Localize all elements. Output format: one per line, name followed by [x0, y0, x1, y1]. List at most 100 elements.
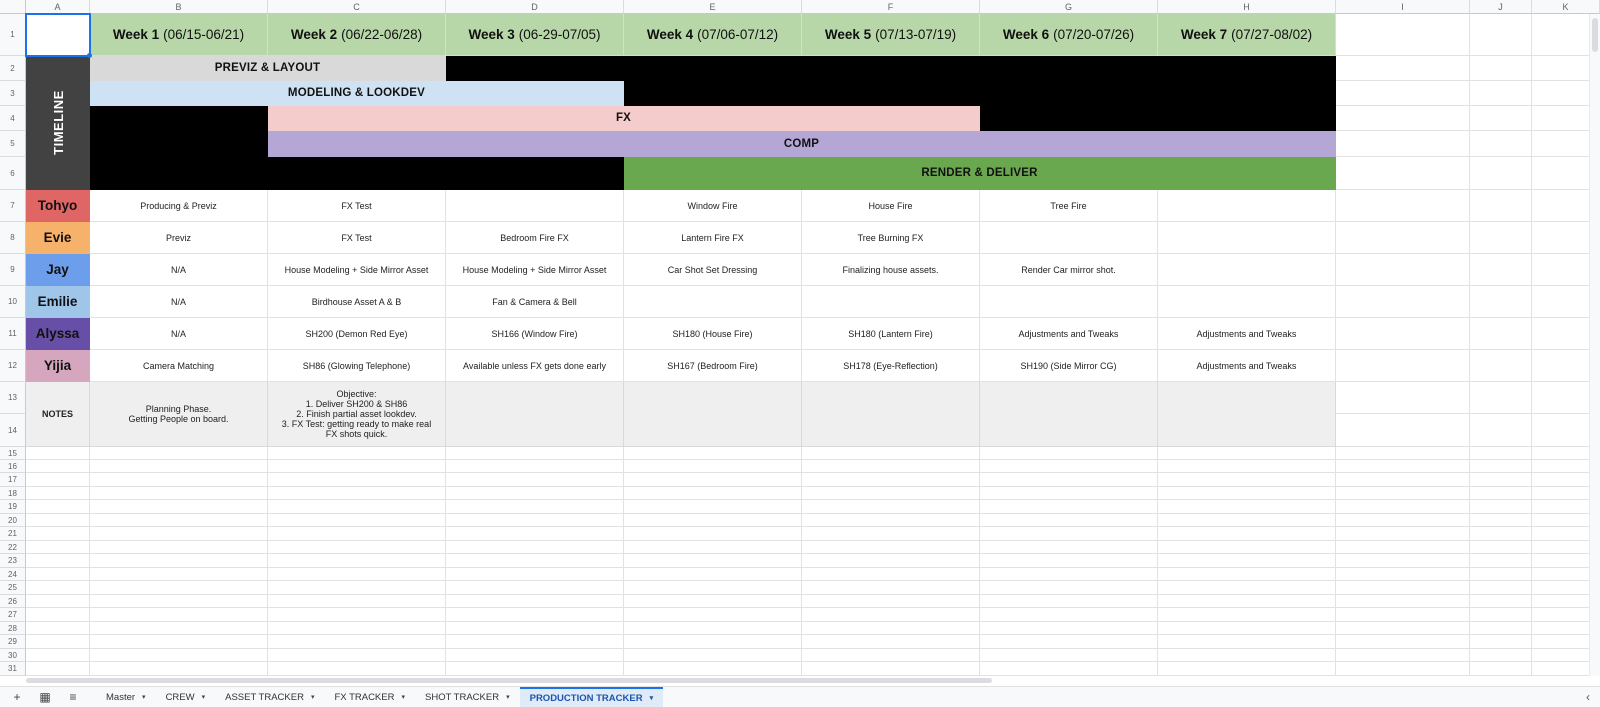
row-header-23[interactable]: 23	[0, 554, 26, 568]
grid-cell[interactable]	[26, 622, 90, 635]
task-cell[interactable]: Bedroom Fire FX	[446, 222, 624, 254]
notes-cell[interactable]	[980, 382, 1158, 447]
caret-down-icon[interactable]: ▾	[650, 694, 654, 702]
grid-cell[interactable]	[1336, 460, 1470, 473]
row-header-6[interactable]: 6	[0, 157, 26, 190]
notes-cell[interactable]	[802, 382, 980, 447]
grid-cell[interactable]	[1470, 14, 1532, 56]
grid-cell[interactable]	[446, 635, 624, 649]
grid-cell[interactable]	[268, 541, 446, 554]
grid-cell[interactable]	[268, 568, 446, 581]
column-header-A[interactable]: A	[26, 0, 90, 14]
row-header-27[interactable]: 27	[0, 608, 26, 622]
grid-cell[interactable]	[980, 447, 1158, 460]
caret-down-icon[interactable]: ▾	[142, 693, 146, 701]
task-cell[interactable]: FX Test	[268, 190, 446, 222]
notes-cell[interactable]	[624, 382, 802, 447]
grid-cell[interactable]	[90, 595, 268, 608]
grid-cell[interactable]	[1336, 14, 1470, 56]
grid-cell[interactable]	[26, 635, 90, 649]
grid-cell[interactable]	[980, 662, 1158, 676]
grid-cell[interactable]	[1470, 581, 1532, 595]
week-header[interactable]: Week 4 (07/06-07/12)	[624, 14, 802, 56]
column-header-C[interactable]: C	[268, 0, 446, 14]
grid-cell[interactable]	[1470, 414, 1532, 447]
grid-cell[interactable]	[1336, 622, 1470, 635]
grid-cell[interactable]	[268, 554, 446, 568]
task-cell[interactable]: Birdhouse Asset A & B	[268, 286, 446, 318]
column-header-F[interactable]: F	[802, 0, 980, 14]
grid-cell[interactable]	[1470, 595, 1532, 608]
grid-cell[interactable]	[1470, 106, 1532, 131]
grid-cell[interactable]	[1470, 254, 1532, 286]
grid-cell[interactable]	[26, 460, 90, 473]
grid-cell[interactable]	[1336, 190, 1470, 222]
grid-cell[interactable]	[1470, 56, 1532, 81]
grid-cell[interactable]	[268, 635, 446, 649]
grid-cell[interactable]	[90, 622, 268, 635]
grid-cell[interactable]	[1336, 554, 1470, 568]
grid-cell[interactable]	[1336, 382, 1470, 414]
row-header-25[interactable]: 25	[0, 581, 26, 595]
grid-cell[interactable]	[90, 514, 268, 527]
grid-cell[interactable]	[446, 541, 624, 554]
task-cell[interactable]: Camera Matching	[90, 350, 268, 382]
grid-cell[interactable]	[624, 514, 802, 527]
task-cell[interactable]: Lantern Fire FX	[624, 222, 802, 254]
grid-cell[interactable]	[1336, 56, 1470, 81]
task-cell[interactable]: SH167 (Bedroom Fire)	[624, 350, 802, 382]
grid-cell[interactable]	[26, 514, 90, 527]
grid-cell[interactable]	[802, 622, 980, 635]
row-header-19[interactable]: 19	[0, 500, 26, 514]
grid-cell[interactable]	[26, 447, 90, 460]
task-cell[interactable]: House Modeling + Side Mirror Asset	[268, 254, 446, 286]
grid-cell[interactable]	[90, 487, 268, 500]
row-header-5[interactable]: 5	[0, 131, 26, 157]
grid-cell[interactable]	[980, 514, 1158, 527]
grid-cell[interactable]	[624, 541, 802, 554]
task-cell[interactable]: SH180 (Lantern Fire)	[802, 318, 980, 350]
grid-cell[interactable]	[1336, 500, 1470, 514]
grid-cell[interactable]	[624, 460, 802, 473]
task-cell[interactable]: Fan & Camera & Bell	[446, 286, 624, 318]
task-cell[interactable]: FX Test	[268, 222, 446, 254]
grid-cell[interactable]	[624, 554, 802, 568]
week-header[interactable]: Week 5 (07/13-07/19)	[802, 14, 980, 56]
grid-cell[interactable]	[1336, 595, 1470, 608]
column-header-I[interactable]: I	[1336, 0, 1470, 14]
grid-cell[interactable]	[268, 460, 446, 473]
grid-cell[interactable]	[90, 568, 268, 581]
grid-cell[interactable]	[446, 487, 624, 500]
grid-cell[interactable]	[1336, 318, 1470, 350]
grid-cell[interactable]	[802, 662, 980, 676]
caret-down-icon[interactable]: ▾	[401, 693, 405, 701]
task-cell[interactable]: Finalizing house assets.	[802, 254, 980, 286]
grid-cell[interactable]	[1470, 382, 1532, 414]
grid-cell[interactable]	[1336, 414, 1470, 447]
week-header[interactable]: Week 1 (06/15-06/21)	[90, 14, 268, 56]
fill-handle[interactable]	[87, 53, 92, 58]
grid-cell[interactable]	[1470, 131, 1532, 157]
task-cell[interactable]: SH166 (Window Fire)	[446, 318, 624, 350]
grid-cell[interactable]	[1470, 635, 1532, 649]
notes-cell[interactable]: Planning Phase. Getting People on board.	[90, 382, 268, 447]
grid-cell[interactable]	[624, 622, 802, 635]
grid-cell[interactable]	[1470, 500, 1532, 514]
grid-cell[interactable]	[446, 608, 624, 622]
grid-cell[interactable]	[90, 608, 268, 622]
task-cell[interactable]: SH200 (Demon Red Eye)	[268, 318, 446, 350]
grid-cell[interactable]	[268, 514, 446, 527]
grid-cell[interactable]	[802, 514, 980, 527]
grid-cell[interactable]	[1336, 157, 1470, 190]
grid-cell[interactable]	[268, 608, 446, 622]
row-header-7[interactable]: 7	[0, 190, 26, 222]
week-header[interactable]: Week 6 (07/20-07/26)	[980, 14, 1158, 56]
grid-cell[interactable]	[90, 460, 268, 473]
grid-cell[interactable]	[26, 500, 90, 514]
crew-name[interactable]: Tohyo	[26, 190, 90, 222]
timeline-bar[interactable]: MODELING & LOOKDEV	[90, 81, 624, 106]
grid-cell[interactable]	[1470, 568, 1532, 581]
grid-cell[interactable]	[624, 500, 802, 514]
grid-cell[interactable]	[802, 608, 980, 622]
grid-cell[interactable]	[1336, 487, 1470, 500]
